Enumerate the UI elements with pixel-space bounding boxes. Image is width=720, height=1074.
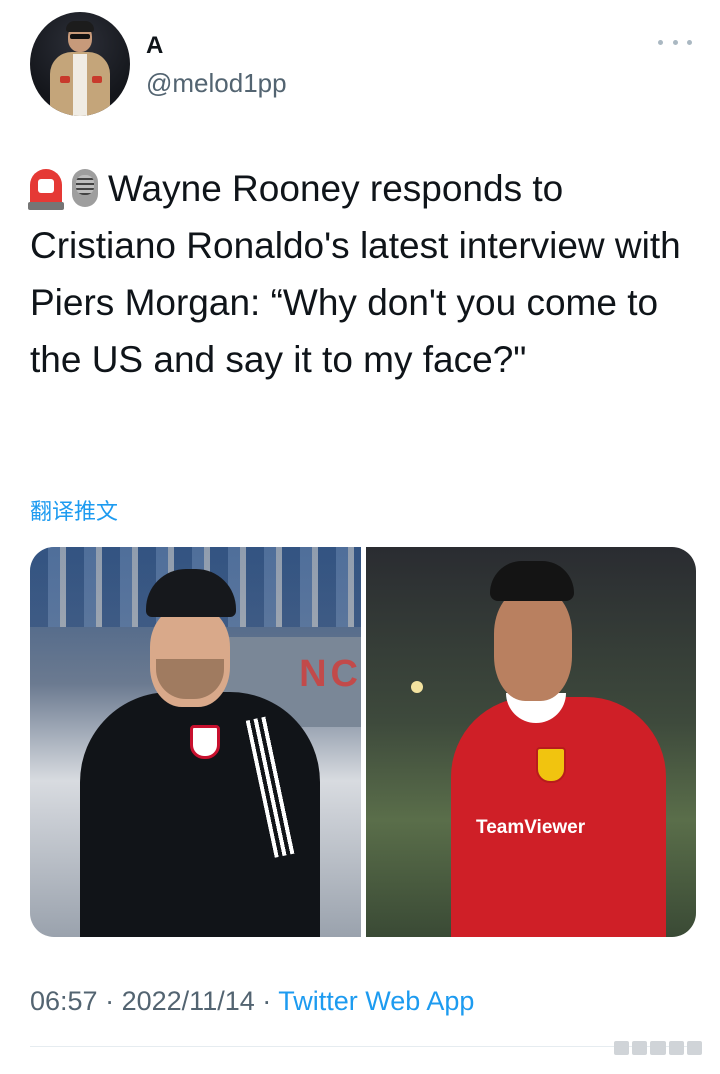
- meta-separator: ·: [262, 986, 272, 1016]
- divider: [30, 1046, 696, 1047]
- more-options-icon[interactable]: [658, 34, 692, 50]
- tweet-body: Wayne Rooney responds to Cristiano Ronal…: [30, 168, 681, 380]
- more-dot: [687, 39, 692, 45]
- banner-text: NC: [299, 653, 361, 695]
- avatar-hair: [66, 21, 94, 32]
- tweet-source-link[interactable]: Twitter Web App: [278, 986, 474, 1016]
- watermark: [614, 1038, 703, 1058]
- more-dot: [672, 39, 678, 45]
- avatar-shirt: [73, 54, 87, 116]
- translate-tweet-link[interactable]: 翻译推文: [30, 494, 118, 526]
- club-crest: [536, 747, 566, 783]
- tweet-date[interactable]: 2022/11/14: [122, 986, 255, 1016]
- tweet-header: A @melod1pp: [30, 12, 696, 116]
- photo-rooney[interactable]: NC: [30, 547, 361, 937]
- author-handle[interactable]: @melod1pp: [146, 68, 287, 99]
- stadium-light: [411, 681, 423, 693]
- avatar-sunglasses: [70, 34, 90, 39]
- avatar-logo-right: [92, 76, 102, 83]
- jersey-sponsor: TeamViewer: [476, 817, 586, 838]
- tweet-time[interactable]: 06:57: [30, 986, 98, 1016]
- author-display-name[interactable]: A: [146, 32, 163, 60]
- avatar[interactable]: [30, 12, 130, 116]
- microphone-icon: [72, 169, 98, 207]
- meta-separator: ·: [105, 986, 115, 1016]
- photo-ronaldo[interactable]: TeamViewer: [366, 547, 696, 937]
- person-face: [494, 589, 572, 701]
- person-hair: [490, 561, 574, 601]
- tweet-text: Wayne Rooney responds to Cristiano Ronal…: [28, 160, 690, 388]
- tweet-media: NC TeamViewer: [30, 547, 696, 937]
- club-crest: [190, 725, 220, 759]
- avatar-logo-left: [60, 76, 70, 83]
- tweet-meta: 06:57 · 2022/11/14 · Twitter Web App: [30, 986, 474, 1017]
- rotating-light-icon: [28, 169, 64, 210]
- more-dot: [658, 39, 663, 45]
